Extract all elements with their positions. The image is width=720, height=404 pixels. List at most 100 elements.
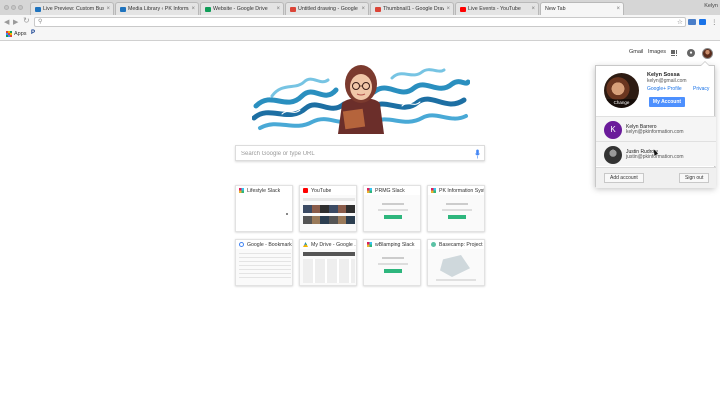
account-row-kelyn-barrero[interactable]: K Kelyn Barrero kelyn@pkinformation.com <box>596 116 716 141</box>
bookmark-label: Apps <box>13 31 27 37</box>
slack-icon <box>367 188 372 193</box>
drawings-icon <box>290 6 296 12</box>
mic-icon[interactable] <box>475 149 480 159</box>
omnibox[interactable]: ⚲ <box>34 17 686 27</box>
tab-close-icon[interactable]: × <box>616 6 620 12</box>
tile-title: My Drive - Google ... <box>311 241 356 248</box>
tile-title: Basecamp: Project ... <box>439 241 484 248</box>
tile-lifestyle-slack[interactable]: Lifestyle Slack <box>235 185 293 232</box>
tab-close-icon[interactable]: × <box>446 6 450 12</box>
tab-title: Website - Google Drive <box>213 6 268 12</box>
youtube-icon <box>460 6 466 12</box>
menu-icon[interactable]: ⋮ <box>711 18 718 26</box>
tab-2[interactable]: Website - Google Drive × <box>200 2 284 15</box>
tile-thumbnail <box>428 195 484 231</box>
slack-icon <box>367 242 372 247</box>
tile-title: PK Information Syst... <box>439 187 484 194</box>
tab-6[interactable]: New Tab × <box>540 2 624 15</box>
tab-1[interactable]: Media Library ‹ PK Information... × <box>115 2 199 15</box>
tile-thumbnail <box>300 195 356 231</box>
reload-icon[interactable]: ↻ <box>23 16 30 25</box>
account-initial-avatar: K <box>604 121 622 139</box>
bookmark-apps[interactable]: Apps <box>6 31 27 37</box>
tile-thumbnail <box>428 249 484 285</box>
avatar[interactable] <box>702 48 713 59</box>
google-profile-link[interactable]: Google+ Profile <box>647 86 682 92</box>
slack-icon <box>431 188 436 193</box>
tab-0[interactable]: Live Preview: Custom Business... × <box>30 2 114 15</box>
tile-title: PRMG Slack <box>375 187 405 194</box>
popup-footer: Add account Sign out <box>596 167 716 188</box>
tab-close-icon[interactable]: × <box>106 6 110 12</box>
account-email: kelyn@pkinformation.com <box>626 129 684 135</box>
tab-close-icon[interactable]: × <box>531 6 535 12</box>
extension-icon[interactable] <box>699 19 706 25</box>
window-zoom-button[interactable] <box>18 5 23 10</box>
tile-title: YouTube <box>311 187 332 194</box>
drive-icon <box>205 6 211 12</box>
account-popup: Change Kelyn Sossa kelyn@gmail.com Googl… <box>595 61 716 188</box>
tile-prmg-slack[interactable]: PRMG Slack <box>363 185 421 232</box>
window-close-button[interactable] <box>4 5 9 10</box>
images-link[interactable]: Images <box>648 49 666 55</box>
slack-icon <box>239 188 244 193</box>
tab-title: Live Preview: Custom Business... <box>43 6 104 12</box>
tile-title: wBlamping Slack <box>375 241 415 248</box>
wordpress-icon <box>35 6 41 12</box>
apps-grid-icon[interactable] <box>671 50 678 57</box>
google-doodle[interactable] <box>252 60 470 136</box>
tab-close-icon[interactable]: × <box>191 6 195 12</box>
tile-pk-information-slack[interactable]: PK Information Syst... <box>427 185 485 232</box>
search-box[interactable] <box>235 145 485 161</box>
tile-youtube[interactable]: YouTube <box>299 185 357 232</box>
apps-grid-icon <box>6 31 12 37</box>
extension-icon[interactable] <box>688 19 696 25</box>
tab-close-icon[interactable]: × <box>276 6 280 12</box>
paypal-icon[interactable]: P <box>31 30 35 36</box>
account-avatar[interactable]: Change <box>604 73 639 108</box>
search-input[interactable] <box>241 149 466 159</box>
tile-thumbnail <box>236 249 292 285</box>
tile-my-drive[interactable]: My Drive - Google ... <box>299 239 357 286</box>
bookmark-star-icon[interactable]: ☆ <box>677 18 683 26</box>
privacy-link[interactable]: Privacy <box>693 86 709 92</box>
search-icon: ⚲ <box>38 19 43 25</box>
tab-title: Live Events - YouTube <box>468 6 521 12</box>
wordpress-icon <box>120 6 126 12</box>
bell-icon[interactable]: ● <box>687 49 695 57</box>
tab-3[interactable]: Untitled drawing - Google Dra... × <box>285 2 369 15</box>
tile-basecamp[interactable]: Basecamp: Project ... <box>427 239 485 286</box>
tile-thumbnail <box>364 249 420 285</box>
tile-google-bookmarks[interactable]: Google - Bookmarks <box>235 239 293 286</box>
browser-toolbar: ◀ ▶ ↻ ⚲ ☆ ⋮ <box>0 15 720 29</box>
back-icon[interactable]: ◀ <box>4 18 9 26</box>
change-photo-label[interactable]: Change <box>604 99 639 108</box>
profile-links: Google+ Profile Privacy <box>647 86 709 92</box>
sign-out-button[interactable]: Sign out <box>679 173 710 183</box>
tab-title: New Tab <box>545 6 566 12</box>
basecamp-icon <box>431 242 436 247</box>
window-minimize-button[interactable] <box>11 5 16 10</box>
account-email: kelyn@gmail.com <box>647 78 687 84</box>
tab-title: Thumbnail1 - Google Drawings <box>383 6 444 12</box>
tile-thumbnail <box>364 195 420 231</box>
my-account-button[interactable]: My Account <box>649 97 685 107</box>
google-icon <box>239 242 244 247</box>
tab-5[interactable]: Live Events - YouTube × <box>455 2 539 15</box>
tab-4[interactable]: Thumbnail1 - Google Drawings × <box>370 2 454 15</box>
tab-strip: Live Preview: Custom Business... × Media… <box>0 0 720 15</box>
drawings-icon <box>375 6 381 12</box>
gmail-link[interactable]: Gmail <box>629 49 643 55</box>
forward-icon[interactable]: ▶ <box>13 18 18 26</box>
tile-wblamping-slack[interactable]: wBlamping Slack <box>363 239 421 286</box>
tile-title: Lifestyle Slack <box>247 187 281 194</box>
profile-name-label[interactable]: Kelyn <box>704 3 718 9</box>
tab-title: Untitled drawing - Google Dra... <box>298 6 359 12</box>
drive-icon <box>303 242 308 247</box>
youtube-icon <box>303 188 308 193</box>
tab-close-icon[interactable]: × <box>361 6 365 12</box>
tile-thumbnail <box>236 195 292 231</box>
tab-title: Media Library ‹ PK Information... <box>128 6 189 12</box>
add-account-button[interactable]: Add account <box>604 173 644 183</box>
account-photo-avatar <box>604 146 622 164</box>
